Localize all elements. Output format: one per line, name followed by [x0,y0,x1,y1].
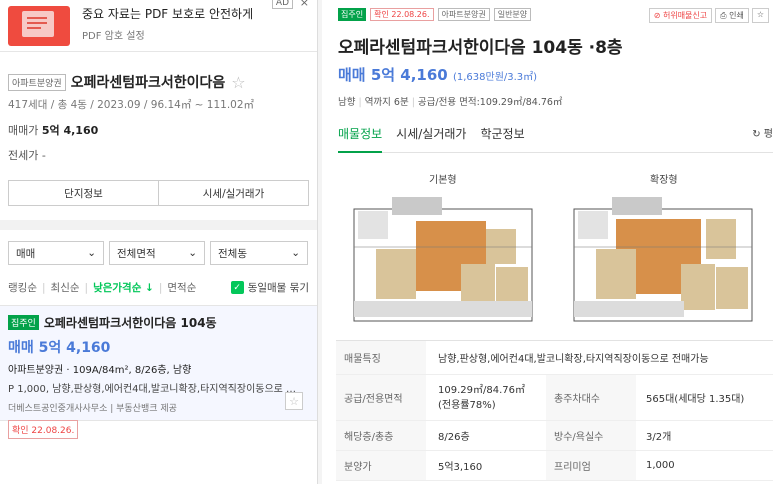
refresh-button[interactable]: ↻ 평 [752,125,773,140]
star-icon[interactable]: ☆ [231,73,245,92]
chevron-down-icon: ⌄ [291,247,300,259]
ad-title: 중요 자료는 PDF 보호로 안전하게 [82,7,254,21]
price-history-button[interactable]: 시세/실거래가 [158,181,308,205]
dong-select[interactable]: 전체동 ⌄ [210,241,308,265]
ad-thumbnail [8,5,70,46]
sort-area[interactable]: 면적순 [167,280,196,295]
listing-panel: 중요 자료는 PDF 보호로 안전하게 PDF 암호 설정 AD × 아파트분양… [0,0,318,484]
ad-subtitle: PDF 암호 설정 [82,31,145,42]
detail-price: 매매 5억 4,160 (1,638만원/3.3㎡) [338,66,538,84]
check-icon: ✓ [230,281,244,294]
complex-type-tag: 아파트분양권 [8,73,66,91]
deal-type-select[interactable]: 매매 ⌄ [8,241,104,265]
divider [0,220,317,230]
sort-low-price[interactable]: 낮은가격순 ↓ [93,280,154,295]
star-icon[interactable]: ☆ [285,392,303,410]
close-icon[interactable]: × [300,0,309,9]
listing-detail-table: 매물특징 남향,판상형,에어컨4대,발코니확장,타지역직장이동으로 전매가능 공… [336,340,773,481]
listing-spec: 아파트분양권 · 109A/84m², 8/26층, 남향 [8,365,192,376]
jeonse-line: 전세가 - [8,149,46,162]
detail-summary: 남향 | 역까지 6분 | 공급/전용 면적:109.29㎡/84.76㎡ [338,97,563,108]
sort-bar: 랭킹순 | 최신순 | 낮은가격순 ↓ | 면적순 ✓ 동일매물 묶기 [8,280,309,295]
tab-school-info[interactable]: 학군정보 [480,125,524,152]
sort-ranking[interactable]: 랭킹순 [8,280,37,295]
owner-tag: 집주인 [338,8,367,21]
table-row: 분양가 5억3,160 프리미엄 1,000 [336,451,773,481]
listing-price: 매매 5억 4,160 [8,340,111,356]
chevron-down-icon: ⌄ [87,247,96,259]
floor-plan-basic[interactable] [336,189,551,329]
tab-listing-info[interactable]: 매물정보 [338,125,383,153]
floor-plans: 기본형 확장형 [336,153,773,333]
sale-type-tag: 일반분양 [493,8,532,21]
star-icon[interactable]: ☆ [751,8,769,23]
ad-badge: AD [271,0,293,9]
detail-tabs: 매물정보 시세/실거래가 학군정보 ↻ 평 [338,125,773,153]
same-listing-toggle[interactable]: ✓ 동일매물 묶기 [230,280,309,295]
sort-latest[interactable]: 최신순 [51,280,80,295]
complex-info-button[interactable]: 단지정보 [9,181,158,205]
plan-label-extended: 확장형 [650,175,678,186]
tab-price-history[interactable]: 시세/실거래가 [396,125,466,152]
chevron-down-icon: ⌄ [188,247,197,259]
detail-title: 오페라센텀파크서한이다음 104동 ·8층 [338,38,623,58]
listing-desc: P 1,000, 남향,판상형,에어컨4대,발코니확장,타지역직장이동으로 … [8,384,297,395]
ad-banner[interactable]: 중요 자료는 PDF 보호로 안전하게 PDF 암호 설정 AD × [0,0,317,52]
listing-agents: 더베스트공인중개사사무소 | 부동산뱅크 제공 [8,404,177,414]
report-button[interactable]: ⊘ 허위매물신고 [648,8,713,23]
complex-info: 417세대 / 총 4동 / 2023.09 / 96.14㎡ ~ 111.02… [8,99,255,111]
owner-tag: 집주인 [8,315,39,330]
listing-card[interactable]: 집주인 오페라센텀파크서한이다음 104동 매매 5억 4,160 아파트분양권… [0,305,317,439]
sale-price-line: 매매가 5억 4,160 [8,124,99,137]
table-row: 매물특징 남향,판상형,에어컨4대,발코니확장,타지역직장이동으로 전매가능 [336,341,773,375]
confirm-badge: 확인 22.08.26. [8,420,79,439]
type-tag: 아파트분양권 [437,8,490,21]
listing-title: 오페라센텀파크서한이다음 104동 [43,316,217,330]
table-row: 공급/전용면적 109.29㎡/84.76㎡(전용률78%) 총주차대수 565… [336,375,773,421]
area-select[interactable]: 전체면적 ⌄ [109,241,205,265]
print-button[interactable]: ⎙ 인쇄 [715,8,749,23]
confirm-badge: 확인 22.08.26. [370,8,434,21]
complex-name: 오페라센텀파크서한이다음 [70,75,226,91]
detail-panel: 집주인 확인 22.08.26. 아파트분양권 일반분양 ⊘ 허위매물신고 ⎙ … [322,0,773,484]
table-row: 해당층/총층 8/26층 방수/욕실수 3/2개 [336,421,773,451]
plan-label-basic: 기본형 [429,175,457,186]
floor-plan-extended[interactable] [556,189,771,329]
